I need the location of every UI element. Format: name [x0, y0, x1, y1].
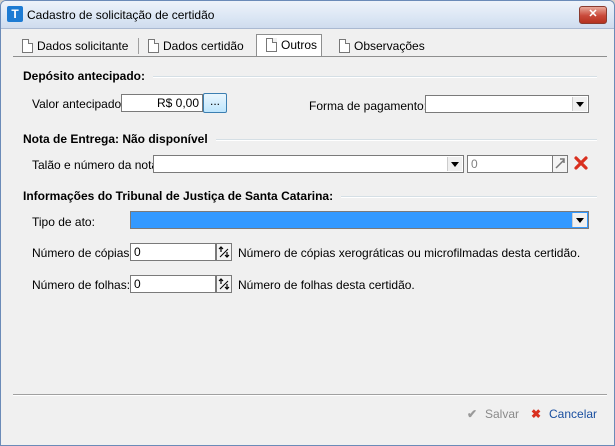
stepper-icon[interactable] [216, 243, 232, 261]
tipo-ato-label: Tipo de ato: [32, 215, 95, 229]
document-icon [339, 39, 350, 53]
folhas-input[interactable]: 0 [130, 275, 216, 293]
forma-pagamento-label: Forma de pagamento: [309, 99, 428, 113]
tab-label: Outros [281, 38, 318, 52]
cancel-icon: ✖ [531, 407, 542, 421]
document-icon [22, 39, 33, 53]
tab-label: Observações [354, 39, 425, 53]
copias-input[interactable]: 0 [130, 243, 216, 261]
tab-panel-outros: Depósito antecipado: Valor antecipado: R… [13, 56, 607, 393]
window-title: Cadastro de solicitação de certidão [27, 8, 215, 22]
tab-bar: Dados solicitante Dados certidão Outros … [13, 34, 607, 57]
close-button[interactable]: ✕ [579, 6, 607, 24]
chevron-down-icon[interactable] [572, 213, 587, 227]
section-title-nota: Nota de Entrega: Não disponível [23, 132, 216, 146]
cancel-label: Cancelar [549, 407, 598, 421]
spinner-icon[interactable] [552, 155, 568, 173]
valor-label: Valor antecipado: [32, 97, 125, 111]
talao-label: Talão e número da nota: [32, 158, 162, 172]
folhas-label: Número de folhas: [32, 278, 131, 292]
save-label: Salvar [485, 407, 520, 421]
talao-select[interactable] [153, 155, 464, 173]
chevron-down-icon[interactable] [447, 157, 462, 171]
title-bar: T Cadastro de solicitação de certidão ✕ [1, 1, 614, 29]
footer-divider [13, 394, 607, 396]
tab-dados-certidao[interactable]: Dados certidão [139, 36, 273, 56]
numero-nota-value: 0 [471, 157, 478, 171]
cancel-button[interactable]: ✖ Cancelar [531, 407, 597, 421]
valor-lookup-button[interactable]: ... [203, 93, 227, 113]
tab-outros[interactable]: Outros [256, 34, 322, 57]
stepper-icon[interactable] [216, 275, 232, 293]
check-icon: ✔ [467, 407, 478, 421]
folhas-value: 0 [134, 277, 141, 291]
tab-observacoes[interactable]: Observações [330, 36, 454, 56]
tab-label: Dados solicitante [37, 39, 129, 53]
app-icon: T [7, 6, 23, 22]
tab-label: Dados certidão [163, 39, 244, 53]
valor-input[interactable]: R$ 0,00 [121, 94, 203, 112]
chevron-down-icon[interactable] [572, 97, 587, 111]
tab-dados-solicitante[interactable]: Dados solicitante [13, 36, 155, 56]
forma-pagamento-select[interactable] [425, 95, 589, 113]
copias-label: Número de cópias: [32, 246, 133, 260]
section-title-deposito: Depósito antecipado: [23, 69, 154, 83]
copias-description: Número de cópias xerográticas ou microfi… [238, 246, 581, 260]
copias-value: 0 [134, 245, 141, 259]
folhas-description: Número de folhas desta certidão. [238, 278, 415, 292]
document-icon [148, 39, 159, 53]
delete-icon[interactable] [573, 154, 589, 172]
tipo-ato-select[interactable] [130, 211, 589, 229]
dialog-window: T Cadastro de solicitação de certidão ✕ … [0, 0, 615, 446]
section-title-tribunal: Informações do Tribunal de Justiça de Sa… [23, 189, 342, 203]
save-button[interactable]: ✔ Salvar [467, 407, 519, 421]
document-icon [266, 38, 277, 52]
